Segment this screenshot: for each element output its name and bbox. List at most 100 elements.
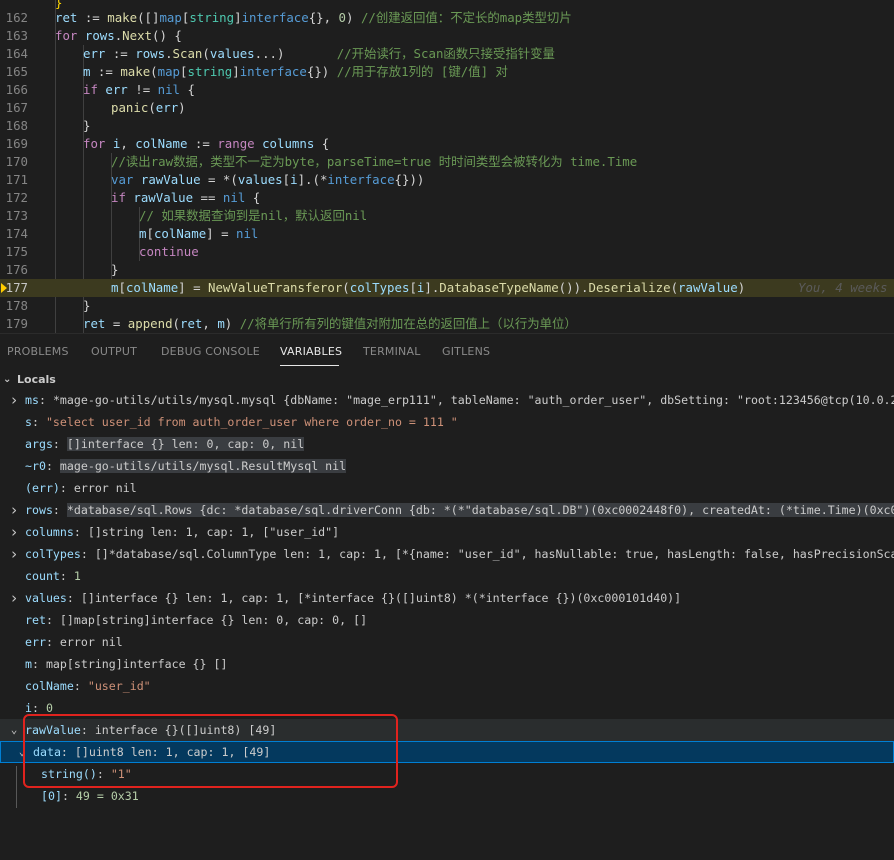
chevron-right-icon[interactable]: ›	[8, 521, 20, 543]
code-token: var	[111, 172, 134, 187]
code-token: err	[83, 46, 106, 61]
code-token: ([]	[137, 10, 160, 25]
var-coltypes[interactable]: › colTypes: []*database/sql.ColumnType le…	[0, 543, 894, 565]
variable-value: *mage-go-utils/utils/mysql.mysql {dbName…	[52, 393, 894, 407]
separator: :	[73, 679, 88, 693]
variable-name: count	[25, 569, 60, 583]
chevron-right-icon[interactable]: ›	[8, 389, 20, 411]
code-token: ...)	[254, 46, 337, 61]
code-token: )	[178, 100, 186, 115]
code-token: (	[202, 46, 210, 61]
code-editor[interactable]: } 162 ret := make([]map[string]interface{}…	[0, 0, 894, 333]
variable-name: rows	[25, 503, 53, 517]
code-token: ]	[234, 10, 242, 25]
code-line[interactable]: 168}	[0, 117, 894, 135]
var-r0[interactable]: ~r0: mage-go-utils/utils/mysql.ResultMys…	[0, 455, 894, 477]
code-text: panic(err)	[111, 99, 186, 117]
code-line[interactable]: 162 ret := make([]map[string]interface{},…	[0, 9, 894, 27]
tab-terminal[interactable]: TERMINAL	[363, 345, 421, 358]
code-token: ]	[232, 64, 240, 79]
var-colname[interactable]: colName: "user_id"	[0, 675, 894, 697]
chevron-right-icon[interactable]: ›	[8, 543, 20, 565]
chevron-right-icon[interactable]: ›	[8, 499, 20, 521]
code-line[interactable]: 167 panic(err)	[0, 99, 894, 117]
line-number: 178	[5, 298, 28, 313]
git-blame-annotation: You, 4 weeks a	[798, 280, 894, 295]
code-token: ret	[55, 10, 78, 25]
code-token: Deserialize	[588, 280, 671, 295]
code-line[interactable]: 178}	[0, 297, 894, 315]
code-line[interactable]: 163 for rows.Next() {	[0, 27, 894, 45]
separator: :	[52, 503, 67, 517]
code-token: ==	[193, 190, 223, 205]
code-token: //读出raw数据，类型不一定为byte，parseTime=true 时时间类…	[111, 154, 638, 169]
variable-name: colTypes	[25, 547, 81, 561]
code-line[interactable]: 169 for i, colName := range columns {	[0, 135, 894, 153]
code-token: rows	[135, 46, 166, 61]
code-token: {	[180, 82, 195, 97]
code-token: (	[670, 280, 679, 295]
code-token: rawValue	[140, 172, 201, 187]
code-token: interface	[239, 64, 307, 79]
code-token: colTypes	[349, 280, 410, 295]
var-ms[interactable]: › ms: *mage-go-utils/utils/mysql.mysql {d…	[0, 389, 894, 411]
chevron-right-icon[interactable]: ›	[8, 587, 20, 609]
var-m[interactable]: m: map[string]interface {} []	[0, 653, 894, 675]
code-token: ret	[180, 316, 203, 331]
var-columns[interactable]: › columns: []string len: 1, cap: 1, ["use…	[0, 521, 894, 543]
var-args[interactable]: args: []interface {} len: 0, cap: 0, nil	[0, 433, 894, 455]
code-token: m	[217, 316, 225, 331]
current-execution-line[interactable]: 177 m[colName] = NewValueTransferor(colTy…	[0, 279, 894, 297]
code-token: err	[155, 100, 179, 115]
code-line[interactable]: 170 //读出raw数据，类型不一定为byte，parseTime=true 时…	[0, 153, 894, 171]
code-token: append	[127, 316, 173, 331]
variable-entry: args: []interface {} len: 0, cap: 0, nil	[25, 433, 305, 455]
var-s[interactable]: s: "select user_id from auth_order_user …	[0, 411, 894, 433]
code-line[interactable]: 166 if err != nil {	[0, 81, 894, 99]
locals-section-header[interactable]: ⌄ Locals	[0, 370, 894, 390]
code-line[interactable]: 171 var rawValue = *(values[i].(*interfac…	[0, 171, 894, 189]
code-token: rows	[84, 28, 115, 43]
tab-problems[interactable]: PROBLEMS	[7, 345, 69, 358]
var-count[interactable]: count: 1	[0, 565, 894, 587]
line-number: 170	[5, 154, 28, 169]
code-token: rawValue	[133, 190, 194, 205]
variable-value: []map[string]interface {} len: 0, cap: 0…	[59, 613, 368, 627]
var-ret[interactable]: ret: []map[string]interface {} len: 0, c…	[0, 609, 894, 631]
code-line[interactable]: 173 // 如果数据查询到是nil，默认返回nil	[0, 207, 894, 225]
variable-entry: ~r0: mage-go-utils/utils/mysql.ResultMys…	[25, 455, 347, 477]
code-line[interactable]: 164 err := rows.Scan(values...) //开始读行，Sc…	[0, 45, 894, 63]
code-token: }	[111, 262, 119, 277]
code-line[interactable]: 176}	[0, 261, 894, 279]
code-token: .	[165, 46, 173, 61]
code-line[interactable]: 175 continue	[0, 243, 894, 261]
var-index-0[interactable]: [0]: 49 = 0x31	[0, 785, 894, 807]
chevron-down-icon[interactable]: ⌄	[8, 719, 20, 741]
line-number: 172	[5, 190, 28, 205]
code-text: m := make(map[string]interface{}) //用于存放…	[83, 63, 508, 81]
code-token: panic	[111, 100, 149, 115]
code-line[interactable]: 172 if rawValue == nil {	[0, 189, 894, 207]
separator: :	[66, 591, 81, 605]
code-line[interactable]: 174 m[colName] = nil	[0, 225, 894, 243]
var-rows[interactable]: › rows: *database/sql.Rows {dc: *database…	[0, 499, 894, 521]
code-line[interactable]: 165 m := make(map[string]interface{}) //用…	[0, 63, 894, 81]
chevron-down-icon[interactable]: ⌄	[3, 370, 11, 390]
variable-value: []interface {} len: 1, cap: 1, [*interfa…	[80, 591, 682, 605]
code-token: values	[209, 46, 255, 61]
tab-output[interactable]: OUTPUT	[91, 345, 137, 358]
var-err-return[interactable]: (err): error nil	[0, 477, 894, 499]
code-line[interactable]: 179 ret = append(ret, m) //将单行所有列的键值对附加在总…	[0, 315, 894, 333]
line-number: 175	[5, 244, 28, 259]
var-err[interactable]: err: error nil	[0, 631, 894, 653]
code-token: if	[111, 190, 126, 205]
tab-gitlens[interactable]: GITLENS	[442, 345, 490, 358]
tab-variables[interactable]: VARIABLES	[280, 345, 342, 358]
tab-debug-console[interactable]: DEBUG CONSOLE	[161, 345, 260, 358]
code-text: m[colName] = NewValueTransferor(colTypes…	[111, 279, 745, 297]
var-values[interactable]: › values: []interface {} len: 1, cap: 1, …	[0, 587, 894, 609]
code-token: =	[105, 316, 128, 331]
code-text: }	[83, 297, 90, 315]
